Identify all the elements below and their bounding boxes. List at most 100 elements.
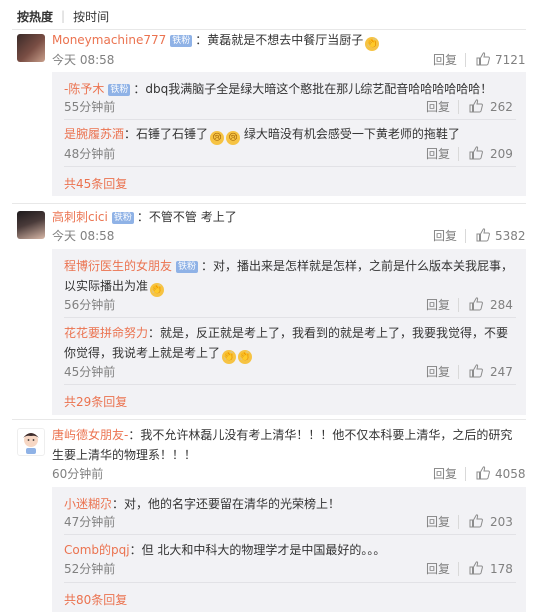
reply-divider [64,582,516,583]
reply-body: ：对，播出来是怎样就是怎样，之前是什么版本关我屁事， [201,259,514,273]
reply-divider [64,534,516,535]
comment-username[interactable]: 唐屿德女朋友- [52,428,128,442]
reply-button[interactable]: 回复 [426,297,450,313]
thumbs-up-icon[interactable] [468,296,484,312]
avatar[interactable] [17,34,45,62]
reply-divider [64,384,516,385]
reply-divider [64,166,516,167]
reply-timestamp: 56分钟前 [64,298,116,312]
like-count: 7121 [495,53,526,67]
comment-timestamp: 今天 08:58 [52,229,115,243]
reply-username[interactable]: 小迷糊尕 [64,497,112,511]
clapping-hands-emoji: 👏 [150,283,165,297]
reply-button[interactable]: 回复 [433,228,457,244]
reply-body-continued: 以实际播出为准 [64,279,149,293]
action-divider [458,100,459,114]
clapping-hands-emoji: 👏 [238,350,253,364]
like-count: 203 [490,515,513,529]
reply-button[interactable]: 回复 [426,99,450,115]
like-count: 247 [490,365,513,379]
reply-timestamp: 47分钟前 [64,515,116,529]
avatar[interactable] [17,428,45,456]
reply-text: 是腕履苏酒：石锤了石锤了 😢 😢 绿大暗没有机会感受一下黄老师的拖鞋了 [64,125,526,145]
reply-body: ：就是，反正就是考上了，我看到的就是考上了，我要我觉得，不要 [148,326,509,340]
crying-face-emoji: 😢 [210,131,225,145]
like-count: 209 [490,147,513,161]
action-divider [458,147,459,161]
sort-bar: 按热度 | 按时间 [17,7,109,25]
reply-body: ：石锤了石锤了 [124,127,209,141]
reply-button[interactable]: 回复 [426,146,450,162]
more-replies-link[interactable]: 共80条回复 [64,592,127,608]
like-count: 178 [490,562,513,576]
action-divider [458,365,459,379]
reply-text: 花花要拼命努力：就是，反正就是考上了，我看到的就是考上了，我要我觉得，不要 [64,324,526,342]
sort-divider [12,29,526,30]
reply-divider [64,317,516,318]
like-count: 262 [490,100,513,114]
comment-username[interactable]: Moneymachine777 [52,33,166,47]
reply-username[interactable]: 花花要拼命努力 [64,326,148,340]
thumbs-up-icon[interactable] [468,98,484,114]
comment-timestamp: 今天 08:58 [52,53,115,67]
thumbs-up-icon[interactable] [475,51,491,67]
comment-text: 唐屿德女朋友-：我不允许林磊儿没有考上清华！！！他不仅本科要上清华，之后的研究 [52,426,530,444]
reply-timestamp: 45分钟前 [64,365,116,379]
thumbs-up-icon[interactable] [468,513,484,529]
reply-button[interactable]: 回复 [433,52,457,68]
reply-body: ：对，他的名字还要留在清华的光荣榜上！ [112,497,341,511]
like-count: 284 [490,298,513,312]
sort-separator: | [61,9,66,23]
reply-timestamp: 48分钟前 [64,147,116,161]
comment-body-continued: 生要上清华的物理系！！！ [52,448,197,462]
reply-button[interactable]: 回复 [426,364,450,380]
action-divider [458,515,459,529]
reply-body: ：dbq我满脑子全是绿大暗这个憨批在那儿综艺配音哈哈哈哈哈哈！ [133,82,493,96]
thumbs-up-icon[interactable] [468,560,484,576]
like-count: 4058 [495,467,526,481]
reply-text: 小迷糊尕：对，他的名字还要留在清华的光荣榜上！ [64,495,526,513]
like-count: 5382 [495,229,526,243]
reply-body: ：但 北大和中科大的物理学才是中国最好的。。。 [129,543,386,557]
more-replies-link[interactable]: 共45条回复 [64,176,127,192]
sort-by-hot-tab[interactable]: 按热度 [17,8,53,25]
reply-text: 程博衍医生的女朋友 铁粉 ：对，播出来是怎样就是怎样，之前是什么版本关我屁事， [64,257,526,275]
reply-text-line2: 你觉得，我说考上就是考上了 👏 👏 [64,344,526,364]
thumbs-up-icon[interactable] [475,465,491,481]
reply-username[interactable]: 程博衍医生的女朋友 [64,259,172,273]
reply-text-line2: 以实际播出为准 👏 [64,277,526,297]
comment-body: ：黄磊就是不想去中餐厅当厨子 [195,33,364,47]
reply-body-continued: 你觉得，我说考上就是考上了 [64,346,221,360]
reply-username[interactable]: -陈予木 [64,82,104,96]
reply-button[interactable]: 回复 [433,466,457,482]
reply-text: Comb的pqj：但 北大和中科大的物理学才是中国最好的。。。 [64,541,526,559]
comment-username[interactable]: 高刺刺cici [52,210,108,224]
thumbs-up-icon[interactable] [468,145,484,161]
comment-text: Moneymachine777 铁粉 ：黄磊就是不想去中餐厅当厨子 👏 [52,31,530,51]
action-divider [465,467,466,481]
reply-timestamp: 55分钟前 [64,100,116,114]
clapping-hands-emoji: 👏 [365,37,380,51]
reply-body-continued: 绿大暗没有机会感受一下黄老师的拖鞋了 [243,127,460,141]
more-replies-link[interactable]: 共29条回复 [64,394,127,410]
thumbs-up-icon[interactable] [475,227,491,243]
comment-divider [12,203,526,204]
thumbs-up-icon[interactable] [468,363,484,379]
fan-badge: 铁粉 [176,261,199,273]
fan-badge: 铁粉 [111,212,134,224]
comment-text-line2: 生要上清华的物理系！！！ [52,446,530,464]
action-divider [465,53,466,67]
sort-by-time-tab[interactable]: 按时间 [73,8,109,25]
fan-badge: 铁粉 [170,35,193,47]
reply-button[interactable]: 回复 [426,514,450,530]
action-divider [465,229,466,243]
reply-username[interactable]: Comb的pqj [64,543,130,557]
comment-text: 高刺刺cici 铁粉 ：不管不管 考上了 [52,208,530,226]
comment-timestamp: 60分钟前 [52,467,104,481]
action-divider [458,562,459,576]
avatar[interactable] [17,211,45,239]
comment-divider [12,419,526,420]
fan-badge: 铁粉 [108,84,131,96]
reply-username[interactable]: 是腕履苏酒 [64,127,124,141]
reply-button[interactable]: 回复 [426,561,450,577]
